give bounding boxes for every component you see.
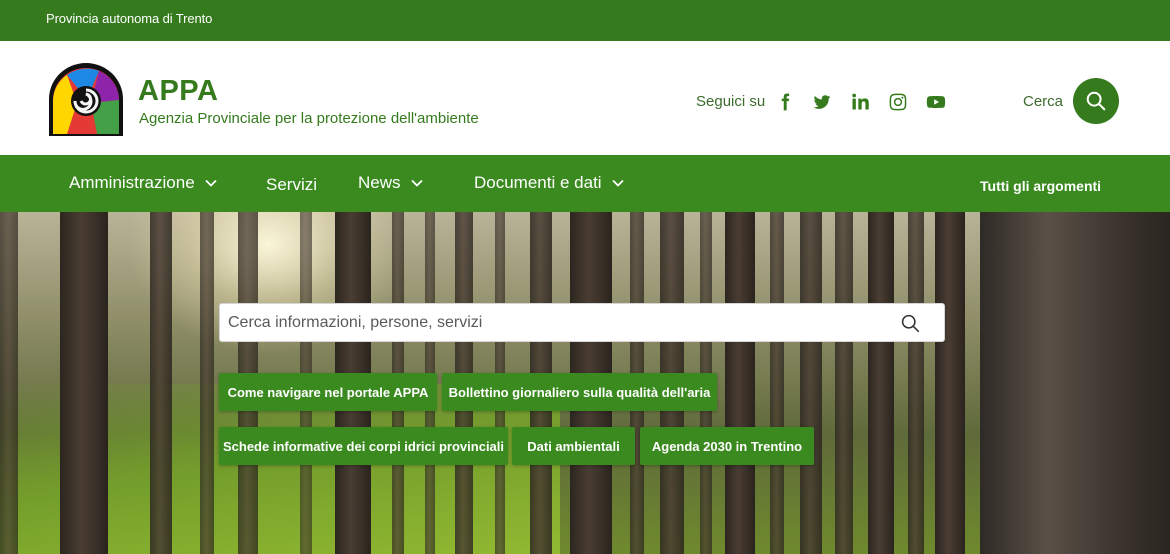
instagram-icon[interactable] bbox=[887, 91, 909, 113]
site-header: APPA Agenzia Provinciale per la protezio… bbox=[0, 41, 1170, 155]
tree-trunk bbox=[868, 212, 894, 554]
search-icon[interactable] bbox=[900, 313, 921, 334]
linkedin-icon[interactable] bbox=[849, 91, 871, 113]
quick-link-agenda-2030[interactable]: Agenda 2030 in Trentino bbox=[640, 427, 814, 465]
tree-trunk bbox=[0, 212, 18, 554]
nav-item-news[interactable]: News bbox=[358, 173, 424, 193]
tree-trunk bbox=[60, 212, 108, 554]
main-nav: Amministrazione Servizi News Documenti e… bbox=[0, 155, 1170, 212]
nav-item-amministrazione[interactable]: Amministrazione bbox=[69, 173, 218, 193]
follow-label: Seguici su bbox=[696, 93, 766, 110]
hero-section: Come navigare nel portale APPA Bollettin… bbox=[0, 212, 1170, 554]
nav-label: Servizi bbox=[266, 175, 318, 194]
quick-link-dati-ambientali[interactable]: Dati ambientali bbox=[512, 427, 635, 465]
nav-label: Amministrazione bbox=[69, 173, 195, 192]
site-subtitle: Agenzia Provinciale per la protezione de… bbox=[139, 110, 479, 127]
chevron-down-icon bbox=[205, 179, 217, 187]
nav-label: Documenti e dati bbox=[474, 173, 602, 192]
quick-link-come-navigare[interactable]: Come navigare nel portale APPA bbox=[219, 373, 437, 411]
nav-label: News bbox=[358, 173, 401, 192]
top-bar: Provincia autonoma di Trento bbox=[0, 0, 1170, 41]
chevron-down-icon bbox=[611, 179, 624, 187]
hero-search-input[interactable] bbox=[228, 304, 868, 341]
region-link[interactable]: Provincia autonoma di Trento bbox=[46, 11, 212, 26]
tree-trunk bbox=[770, 212, 784, 554]
tree-trunk bbox=[150, 212, 172, 554]
nav-item-documenti-e-dati[interactable]: Documenti e dati bbox=[474, 173, 625, 193]
site-title[interactable]: APPA bbox=[138, 75, 218, 108]
quick-link-schede-corpi-idrici[interactable]: Schede informative dei corpi idrici prov… bbox=[219, 427, 508, 465]
header-search-button[interactable] bbox=[1073, 78, 1119, 124]
facebook-icon[interactable] bbox=[774, 91, 796, 113]
all-topics-link[interactable]: Tutti gli argomenti bbox=[980, 178, 1101, 194]
tree-trunk bbox=[200, 212, 214, 554]
search-icon bbox=[1086, 91, 1106, 111]
twitter-icon[interactable] bbox=[811, 91, 833, 113]
nav-item-servizi[interactable]: Servizi bbox=[266, 175, 317, 195]
tree-trunk bbox=[935, 212, 965, 554]
youtube-icon[interactable] bbox=[925, 91, 947, 113]
tree-trunk bbox=[835, 212, 853, 554]
tree-trunk bbox=[725, 212, 755, 554]
chevron-down-icon bbox=[410, 179, 423, 187]
quick-link-bollettino-aria[interactable]: Bollettino giornaliero sulla qualità del… bbox=[442, 373, 717, 411]
tree-trunk bbox=[800, 212, 822, 554]
search-label[interactable]: Cerca bbox=[1023, 93, 1063, 110]
appa-logo[interactable] bbox=[47, 63, 125, 136]
hero-search-box bbox=[219, 303, 945, 342]
tree-trunk bbox=[908, 212, 924, 554]
tree-trunk bbox=[980, 212, 1170, 554]
